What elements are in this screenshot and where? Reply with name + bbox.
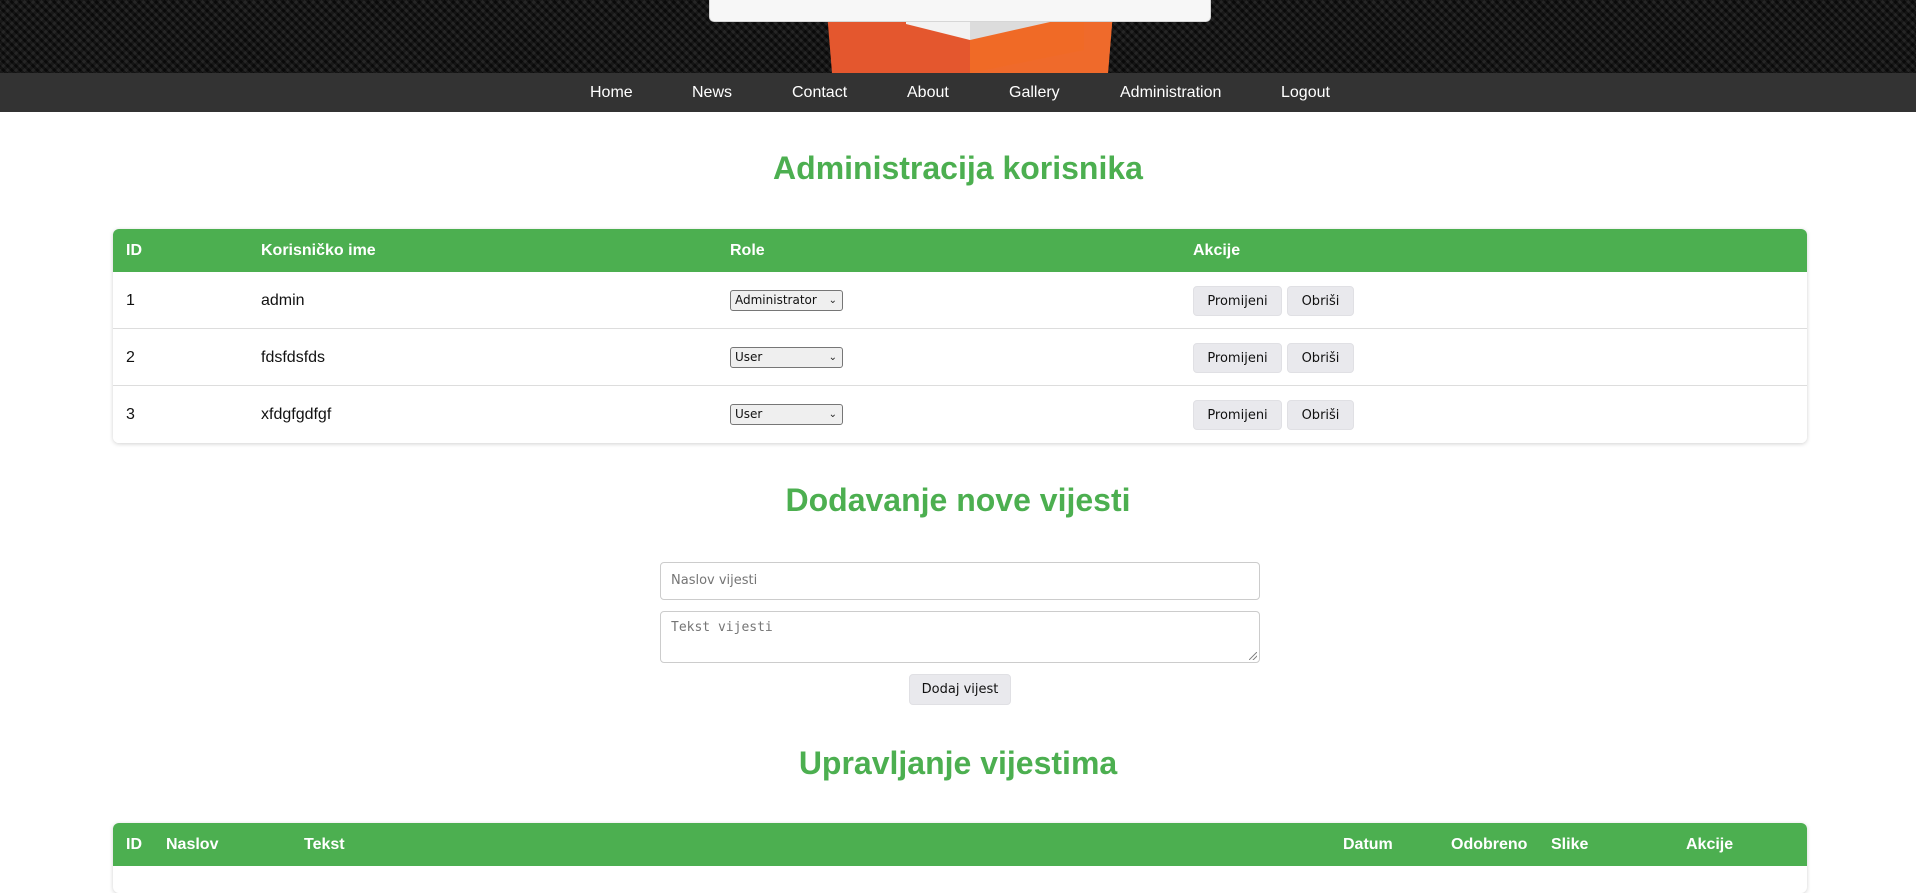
nav-news[interactable]: News xyxy=(692,73,732,112)
resize-grip-icon[interactable] xyxy=(1249,652,1257,660)
change-button[interactable]: Promijeni xyxy=(1193,286,1282,316)
add-news-title: Dodavanje nove vijesti xyxy=(785,482,1131,518)
delete-button[interactable]: Obriši xyxy=(1287,400,1354,430)
news-section-title: Upravljanje vijestima xyxy=(798,745,1118,781)
news-title-input[interactable]: Naslov vijesti xyxy=(660,562,1260,600)
users-table: ID Korisničko ime Role Akcije 1 admin Ad… xyxy=(113,229,1807,443)
table-row: 2 fdsfdsfds User ⌄ Promijeni Obriši xyxy=(113,329,1807,386)
news-table: ID Naslov Tekst Datum Odobreno Slike Akc… xyxy=(113,823,1807,893)
chevron-down-icon: ⌄ xyxy=(828,352,837,363)
users-table-header: ID Korisničko ime Role Akcije xyxy=(113,229,1807,272)
col-actions: Akcije xyxy=(1193,242,1241,259)
col-role: Role xyxy=(730,242,765,259)
change-button[interactable]: Promijeni xyxy=(1193,343,1282,373)
col-date: Datum xyxy=(1343,836,1393,853)
nav-home[interactable]: Home xyxy=(590,73,633,112)
user-username: fdsfdsfds xyxy=(261,349,326,366)
news-text-placeholder: Tekst vijesti xyxy=(671,620,773,635)
news-text-textarea[interactable]: Tekst vijesti xyxy=(660,611,1260,663)
col-approved: Odobreno xyxy=(1451,836,1528,853)
nav-gallery[interactable]: Gallery xyxy=(1009,73,1060,112)
col-id: ID xyxy=(126,242,142,259)
col-title: Naslov xyxy=(166,836,219,853)
user-id: 2 xyxy=(126,349,135,366)
col-images: Slike xyxy=(1551,836,1589,853)
table-row: 3 xfdgfgdfgf User ⌄ Promijeni Obriši xyxy=(113,386,1807,443)
news-table-header: ID Naslov Tekst Datum Odobreno Slike Akc… xyxy=(113,823,1807,866)
col-text: Tekst xyxy=(304,836,345,853)
add-news-button[interactable]: Dodaj vijest xyxy=(909,674,1011,705)
main-nav: Home News Contact About Gallery Administ… xyxy=(0,73,1916,112)
role-value: Administrator xyxy=(735,293,817,307)
role-value: User xyxy=(735,407,763,421)
role-value: User xyxy=(735,350,763,364)
nav-logout[interactable]: Logout xyxy=(1281,73,1330,112)
user-id: 1 xyxy=(126,292,135,309)
role-select[interactable]: User ⌄ xyxy=(730,404,843,425)
col-id: ID xyxy=(126,836,142,853)
user-username: xfdgfgdfgf xyxy=(261,406,332,423)
chevron-down-icon: ⌄ xyxy=(828,295,837,306)
table-row: 1 admin Administrator ⌄ Promijeni Obriši xyxy=(113,272,1807,329)
role-select[interactable]: User ⌄ xyxy=(730,347,843,368)
nav-administration[interactable]: Administration xyxy=(1120,73,1221,112)
col-actions: Akcije xyxy=(1686,836,1734,853)
chevron-down-icon: ⌄ xyxy=(828,409,837,420)
nav-contact[interactable]: Contact xyxy=(792,73,847,112)
delete-button[interactable]: Obriši xyxy=(1287,343,1354,373)
delete-button[interactable]: Obriši xyxy=(1287,286,1354,316)
col-username: Korisničko ime xyxy=(261,242,376,259)
change-button[interactable]: Promijeni xyxy=(1193,400,1282,430)
role-select[interactable]: Administrator ⌄ xyxy=(730,290,843,311)
user-id: 3 xyxy=(126,406,135,423)
user-username: admin xyxy=(261,292,305,309)
nav-about[interactable]: About xyxy=(907,73,949,112)
users-section-title: Administracija korisnika xyxy=(773,150,1143,186)
top-panel xyxy=(709,0,1211,22)
header-banner xyxy=(0,0,1916,73)
